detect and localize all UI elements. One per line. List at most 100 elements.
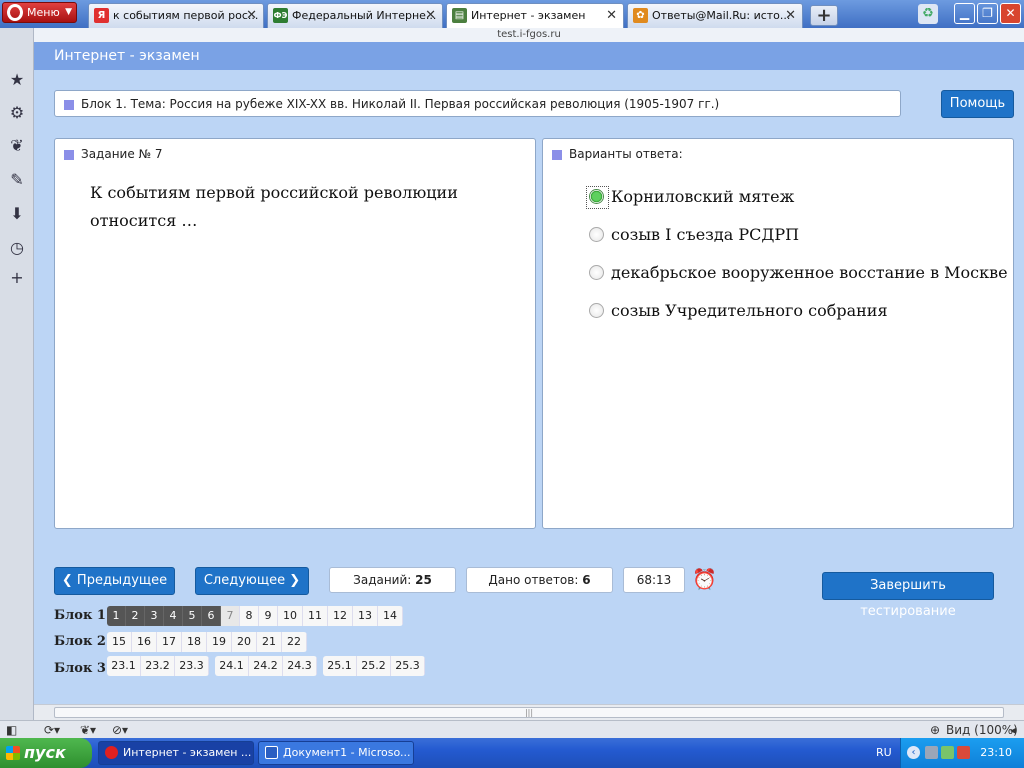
close-tab-icon[interactable]: ✕ <box>785 4 796 27</box>
question-nav-item[interactable]: 19 <box>207 632 232 652</box>
chevron-left-icon[interactable]: ◂ <box>1010 722 1016 738</box>
history-clock-icon[interactable]: ◷ <box>7 238 27 258</box>
question-nav-item[interactable]: 21 <box>257 632 282 652</box>
question-nav-item[interactable]: 24.2 <box>249 656 283 676</box>
answer-option-1[interactable]: Корниловский мятеж <box>586 186 794 209</box>
answer-text: созыв I съезда РСДРП <box>611 225 800 244</box>
address-bar[interactable]: test.i-fgos.ru <box>34 28 1024 42</box>
answers-panel: Варианты ответа: Корниловский мятеж созы… <box>542 138 1014 529</box>
radio-icon[interactable] <box>589 227 604 242</box>
question-nav-item[interactable]: 24.1 <box>215 656 249 676</box>
task-label: Документ1 - Microso... <box>283 746 411 759</box>
question-nav-item[interactable]: 25.1 <box>323 656 357 676</box>
scrollbar-thumb[interactable]: ||| <box>54 707 1004 718</box>
taskbar-item-word[interactable]: Документ1 - Microso... <box>258 741 414 765</box>
close-tab-icon[interactable]: ✕ <box>425 4 436 27</box>
next-button[interactable]: Следующее ❯ <box>195 567 309 595</box>
square-bullet-icon <box>552 149 562 160</box>
block-3-group-25: 25.1 25.2 25.3 <box>323 656 425 676</box>
finish-test-button[interactable]: Завершить тестирование <box>822 572 994 619</box>
opera-menu-label: Меню <box>27 6 60 19</box>
question-nav-item[interactable]: 23.1 <box>107 656 141 676</box>
close-icon: ✕ <box>1005 6 1016 20</box>
close-window-button[interactable]: ✕ <box>1000 3 1021 24</box>
browser-tab-4[interactable]: ✿ Ответы@Mail.Ru: исто... ✕ <box>627 3 803 28</box>
question-nav-item[interactable]: 22 <box>282 632 307 652</box>
help-button[interactable]: Помощь <box>941 90 1014 118</box>
new-tab-button[interactable]: + <box>810 5 838 26</box>
question-nav-item[interactable]: 1 <box>107 606 126 626</box>
language-indicator[interactable]: RU <box>876 738 892 768</box>
windows-logo-icon <box>6 746 20 760</box>
question-nav-item[interactable]: 23.3 <box>175 656 209 676</box>
answer-option-2[interactable]: созыв I съезда РСДРП <box>587 224 799 246</box>
chevron-left-icon: ❮ <box>61 573 73 588</box>
signal-icon[interactable] <box>941 746 954 759</box>
plus-icon: + <box>816 5 832 26</box>
question-nav-item[interactable]: 4 <box>164 606 183 626</box>
antivirus-icon[interactable] <box>957 746 970 759</box>
question-nav-item[interactable]: 25.3 <box>391 656 425 676</box>
question-nav-item[interactable]: 11 <box>303 606 328 626</box>
exam-page: Интернет - экзамен Блок 1. Тема: Россия … <box>34 42 1024 704</box>
question-nav-item[interactable]: 10 <box>278 606 303 626</box>
question-nav-item[interactable]: 23.2 <box>141 656 175 676</box>
network-icon[interactable] <box>925 746 938 759</box>
start-button[interactable]: пуск <box>0 738 92 768</box>
tray-expand-icon[interactable]: ‹ <box>907 746 920 759</box>
taskbar-item-opera[interactable]: Интернет - экзамен ... <box>98 741 254 765</box>
zoom-icon: ⊕ <box>930 723 941 737</box>
panel-toggle-icon[interactable]: ◧ <box>6 722 17 738</box>
question-nav-item[interactable]: 2 <box>126 606 145 626</box>
side-panel: ★ ⚙ ❦ ✎ ⬇ ◷ + <box>0 28 34 720</box>
question-nav-item[interactable]: 24.3 <box>283 656 317 676</box>
browser-tab-2[interactable]: ФЭ Федеральный Интерне... ✕ <box>267 3 443 28</box>
browser-tab-bar: Меню ▼ Я к событиям первой рос... ✕ ФЭ Ф… <box>0 0 1024 28</box>
opera-menu-button[interactable]: Меню ▼ <box>2 2 77 23</box>
question-nav-item[interactable]: 12 <box>328 606 353 626</box>
downloads-icon[interactable]: ⬇ <box>7 204 27 224</box>
browser-tab-3[interactable]: ▤ Интернет - экзамен ✕ <box>446 3 624 28</box>
bookmarks-icon[interactable]: ★ <box>7 70 27 90</box>
mailru-favicon-icon: ✿ <box>633 8 648 23</box>
browser-tab-1[interactable]: Я к событиям первой рос... ✕ <box>88 3 264 28</box>
gear-icon[interactable]: ⚙ <box>7 103 27 123</box>
answer-option-4[interactable]: созыв Учредительного собрания <box>587 300 888 322</box>
question-nav-item[interactable]: 13 <box>353 606 378 626</box>
add-panel-icon[interactable]: + <box>7 268 27 288</box>
clock[interactable]: 23:10 <box>980 738 1012 768</box>
question-nav-item[interactable]: 9 <box>259 606 278 626</box>
question-nav-item[interactable]: 15 <box>107 632 132 652</box>
total-tasks-value: 25 <box>415 573 432 587</box>
question-nav-item[interactable]: 20 <box>232 632 257 652</box>
answer-option-3[interactable]: декабрьское вооруженное восстание в Моск… <box>587 262 1008 284</box>
question-nav-item[interactable]: 3 <box>145 606 164 626</box>
sync-icon[interactable]: ⟳▾ <box>44 722 60 738</box>
question-nav-item[interactable]: 6 <box>202 606 221 626</box>
radio-icon[interactable] <box>589 303 604 318</box>
horizontal-scrollbar[interactable]: ||| <box>34 704 1024 720</box>
question-nav-item[interactable]: 7 <box>221 606 240 626</box>
radio-checked-icon[interactable] <box>586 186 609 209</box>
maximize-button[interactable]: ❐ <box>977 3 998 24</box>
close-tab-icon[interactable]: ✕ <box>606 4 617 27</box>
previous-button[interactable]: ❮ Предыдущее <box>54 567 175 595</box>
notes-icon[interactable]: ✎ <box>7 170 27 190</box>
question-nav-item[interactable]: 17 <box>157 632 182 652</box>
zoom-label[interactable]: Вид (100%) <box>946 722 1018 738</box>
question-nav-item[interactable]: 5 <box>183 606 202 626</box>
trash-icon[interactable]: ♻ <box>918 4 938 24</box>
turbo-icon[interactable]: ❦▾ <box>80 722 96 738</box>
block-content-icon[interactable]: ⊘▾ <box>112 722 128 738</box>
question-nav-item[interactable]: 8 <box>240 606 259 626</box>
radio-icon[interactable] <box>589 265 604 280</box>
question-nav-item[interactable]: 18 <box>182 632 207 652</box>
question-nav-item[interactable]: 16 <box>132 632 157 652</box>
minimize-button[interactable]: ▁ <box>954 3 975 24</box>
restore-icon: ❐ <box>982 6 993 20</box>
question-nav-item[interactable]: 25.2 <box>357 656 391 676</box>
close-tab-icon[interactable]: ✕ <box>246 4 257 27</box>
question-nav-item[interactable]: 14 <box>378 606 403 626</box>
square-bullet-icon <box>64 99 74 110</box>
unite-icon[interactable]: ❦ <box>7 136 27 156</box>
